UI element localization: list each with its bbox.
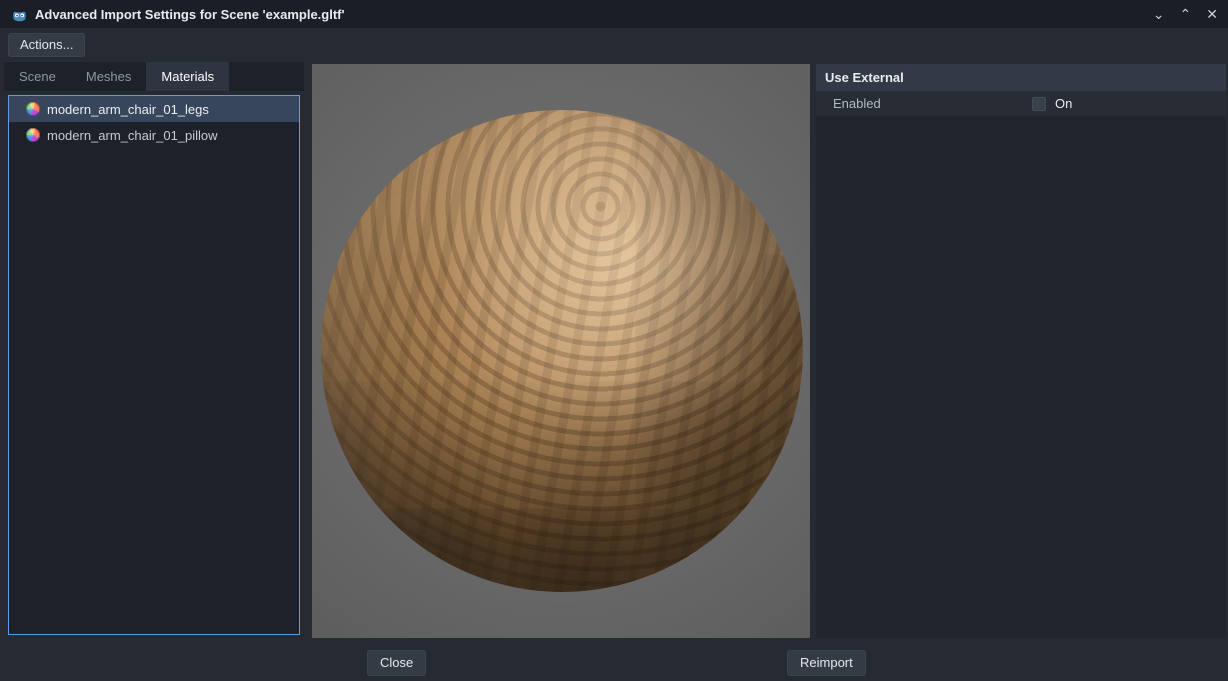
tab-scene[interactable]: Scene [4,62,71,91]
material-preview-viewport[interactable] [312,64,810,638]
material-sphere-icon [26,128,40,142]
reimport-button[interactable]: Reimport [787,650,866,676]
window-shrink-icon[interactable]: ⌄ [1153,0,1165,28]
window-title: Advanced Import Settings for Scene 'exam… [35,7,345,22]
enabled-checkbox[interactable] [1032,97,1046,111]
tab-bar: Scene Meshes Materials [4,62,304,91]
godot-logo-icon [11,6,28,23]
material-sphere-icon [26,102,40,116]
advanced-import-settings-dialog: Advanced Import Settings for Scene 'exam… [0,0,1228,681]
section-use-external[interactable]: Use External [816,64,1226,91]
window-close-icon[interactable]: ✕ [1206,0,1218,28]
inspector-panel: Use External Enabled On [816,64,1226,638]
tab-meshes[interactable]: Meshes [71,62,147,91]
material-list: modern_arm_chair_01_legs modern_arm_chai… [8,95,300,635]
checkbox-label: On [1055,96,1072,111]
wood-material-preview-sphere [321,110,803,592]
list-item-material-legs[interactable]: modern_arm_chair_01_legs [9,96,299,122]
actions-button[interactable]: Actions... [8,33,85,57]
menubar: Actions... [0,28,1228,61]
property-label: Enabled [833,96,1032,111]
list-item-material-pillow[interactable]: modern_arm_chair_01_pillow [9,122,299,148]
window-expand-icon[interactable]: ⌃ [1180,0,1192,28]
tab-materials[interactable]: Materials [146,62,229,91]
list-item-label: modern_arm_chair_01_pillow [47,128,218,143]
titlebar[interactable]: Advanced Import Settings for Scene 'exam… [0,0,1228,28]
property-row-enabled: Enabled On [816,91,1226,116]
window-controls: ⌄ ⌃ ✕ [1153,0,1218,28]
list-item-label: modern_arm_chair_01_legs [47,102,209,117]
close-button[interactable]: Close [367,650,426,676]
